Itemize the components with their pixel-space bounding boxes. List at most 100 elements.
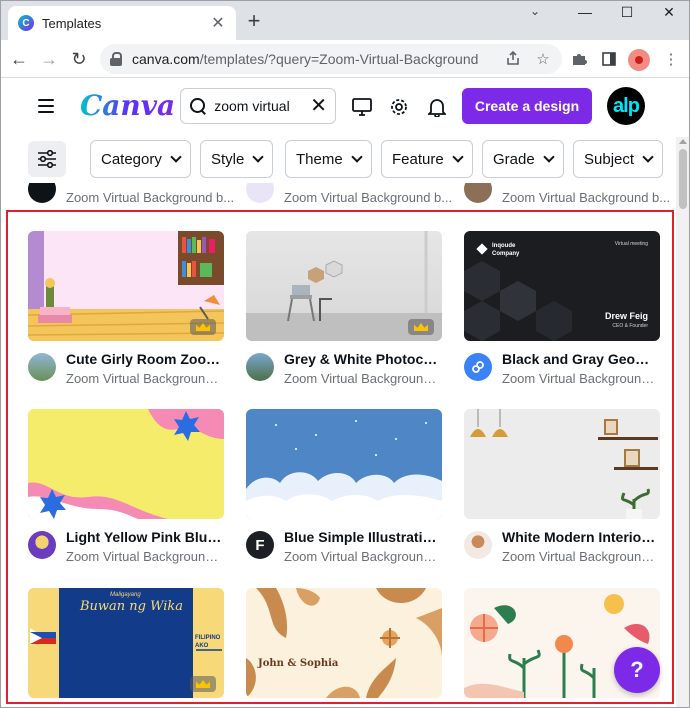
back-arrow-icon[interactable]: ← [8, 48, 30, 70]
card-title[interactable]: White Modern Interior ... [502, 529, 660, 545]
hamburger-menu-icon[interactable] [38, 99, 54, 113]
filter-style[interactable]: Style [200, 140, 274, 178]
card-title[interactable]: Light Yellow Pink Blue ... [66, 529, 224, 545]
help-button[interactable]: ? [614, 647, 660, 693]
template-thumbnail[interactable] [246, 231, 442, 341]
filter-theme[interactable]: Theme [285, 140, 372, 178]
template-thumbnail[interactable]: John & Sophia [246, 588, 442, 698]
canva-logo[interactable]: Canva [80, 89, 175, 122]
card-subtitle: Zoom Virtual Background b... [66, 189, 235, 205]
card-subtitle[interactable]: Zoom Virtual Background b... [502, 371, 660, 386]
new-tab-button[interactable]: + [244, 10, 264, 32]
bookmark-star-icon[interactable]: ☆ [534, 50, 552, 68]
search-box[interactable]: ✕ [180, 88, 336, 124]
template-thumbnail[interactable] [246, 409, 442, 519]
tab-search-icon[interactable]: ⌄ [530, 4, 540, 18]
template-card[interactable]: Light Yellow Pink Blue ... Zoom Virtual … [28, 409, 224, 564]
filter-category[interactable]: Category [90, 140, 191, 178]
scroll-up-arrow-icon[interactable] [679, 139, 687, 144]
thumb-wika-title: Buwan ng Wika [80, 599, 184, 614]
chevron-down-icon [252, 151, 265, 163]
chevron-down-icon [642, 151, 654, 163]
page-scrollbar[interactable] [676, 137, 690, 708]
card-subtitle[interactable]: Zoom Virtual Background b... [66, 549, 224, 564]
template-card[interactable]: Inqoude Company Virtual meeting Drew Fei… [464, 231, 660, 386]
template-thumbnail[interactable]: Maligayang Buwan ng Wika FILIPINO AKO [28, 588, 224, 698]
forward-arrow-icon[interactable]: → [38, 48, 60, 70]
chevron-down-icon [452, 151, 464, 163]
create-design-button[interactable]: Create a design [462, 88, 592, 124]
thumb-meeting-label: Virtual meeting [614, 241, 648, 247]
chevron-down-icon [351, 151, 363, 163]
search-icon [189, 97, 206, 115]
clear-search-icon[interactable]: ✕ [310, 96, 327, 116]
tab-close-icon[interactable]: ✕ [210, 13, 226, 33]
filter-subject[interactable]: Subject [573, 140, 664, 178]
author-avatar[interactable] [246, 353, 274, 381]
filter-sliders-icon[interactable] [28, 141, 66, 177]
filter-feature[interactable]: Feature [381, 140, 473, 178]
lock-icon[interactable] [110, 52, 122, 66]
author-avatar[interactable] [464, 531, 492, 559]
partial-card[interactable]: Zoom Virtual Background b... [28, 183, 234, 211]
card-title[interactable]: Grey & White Photocen... [284, 351, 442, 367]
card-title[interactable]: Blue Simple Illustratio... [284, 529, 442, 545]
card-subtitle[interactable]: Zoom Virtual Background b... [284, 549, 442, 564]
author-avatar [246, 183, 274, 203]
side-panel-icon[interactable] [600, 50, 618, 68]
author-avatar[interactable] [28, 353, 56, 381]
author-avatar [28, 183, 56, 203]
tab-title: Templates [42, 15, 102, 31]
card-subtitle: Zoom Virtual Background b... [502, 189, 671, 205]
card-title[interactable]: Black and Gray Geome... [502, 351, 660, 367]
card-subtitle[interactable]: Zoom Virtual Background b... [502, 549, 660, 564]
partial-card[interactable]: Zoom Virtual Background b... [464, 183, 670, 211]
search-input[interactable] [214, 98, 305, 114]
reload-icon[interactable]: ↻ [68, 48, 90, 70]
url-text[interactable]: canva.com/templates/?query=Zoom-Virtual-… [132, 51, 492, 67]
template-thumbnail[interactable] [28, 409, 224, 519]
desktop-monitor-icon[interactable] [351, 96, 373, 118]
template-card[interactable]: John & Sophia [246, 588, 442, 698]
card-subtitle[interactable]: Zoom Virtual Background b... [284, 371, 442, 386]
template-card[interactable]: Grey & White Photocen... Zoom Virtual Ba… [246, 231, 442, 386]
author-avatar [464, 183, 492, 203]
partial-card[interactable]: Zoom Virtual Background b... [246, 183, 452, 211]
browser-titlebar: C Templates ✕ + ⌄ — ☐ ✕ [0, 0, 690, 40]
chevron-down-icon [170, 151, 182, 163]
canva-header: Canva ✕ Create a design alp [0, 79, 690, 137]
filter-grade[interactable]: Grade [482, 140, 564, 178]
premium-crown-icon [190, 676, 216, 692]
profile-avatar[interactable] [628, 49, 650, 71]
template-card[interactable]: Cute Girly Room Zoom ... Zoom Virtual Ba… [28, 231, 224, 386]
template-thumbnail[interactable] [464, 409, 660, 519]
card-title[interactable]: Cute Girly Room Zoom ... [66, 351, 224, 367]
browser-toolbar: ← → ↻ canva.com/templates/?query=Zoom-Vi… [0, 40, 690, 78]
close-window-button[interactable]: ✕ [659, 4, 679, 20]
notifications-bell-icon[interactable] [426, 96, 448, 118]
author-avatar[interactable] [464, 353, 492, 381]
premium-crown-icon [408, 319, 434, 335]
minimize-button[interactable]: — [575, 4, 595, 20]
address-bar[interactable]: canva.com/templates/?query=Zoom-Virtual-… [100, 44, 562, 74]
scroll-thumb[interactable] [679, 149, 687, 209]
card-subtitle[interactable]: Zoom Virtual Background b... [66, 371, 224, 386]
share-icon[interactable] [504, 50, 522, 68]
template-card[interactable]: F Blue Simple Illustratio... Zoom Virtua… [246, 409, 442, 564]
template-card[interactable]: White Modern Interior ... Zoom Virtual B… [464, 409, 660, 564]
settings-gear-icon[interactable] [388, 96, 410, 118]
template-thumbnail[interactable] [28, 231, 224, 341]
maximize-button[interactable]: ☐ [617, 4, 637, 20]
template-thumbnail[interactable]: Inqoude Company Virtual meeting Drew Fei… [464, 231, 660, 341]
thumb-couple-names: John & Sophia [258, 658, 339, 669]
browser-tab[interactable]: C Templates ✕ [8, 6, 236, 40]
user-avatar[interactable]: alp [607, 87, 645, 125]
author-avatar[interactable]: F [246, 531, 274, 559]
thumb-filipino-label: FILIPINO AKO [195, 635, 221, 649]
card-subtitle: Zoom Virtual Background b... [284, 189, 453, 205]
extensions-puzzle-icon[interactable] [570, 50, 588, 68]
kebab-menu-icon[interactable]: ⋮ [662, 50, 680, 68]
template-card[interactable]: Maligayang Buwan ng Wika FILIPINO AKO [28, 588, 224, 698]
author-avatar[interactable] [28, 531, 56, 559]
premium-crown-icon [190, 319, 216, 335]
